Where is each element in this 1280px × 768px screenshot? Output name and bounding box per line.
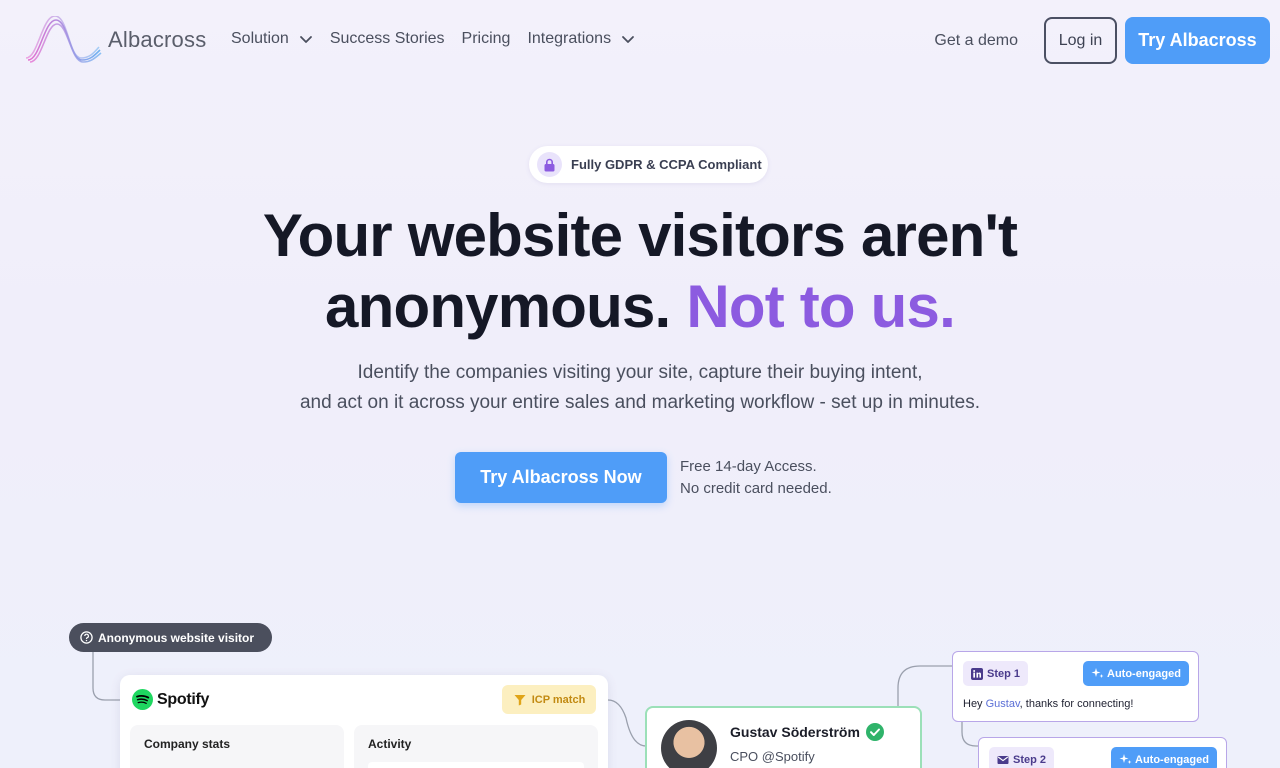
auto-engaged-text: Auto-engaged: [1135, 753, 1209, 766]
albacross-wave-icon: [26, 16, 102, 63]
verified-icon: [865, 723, 884, 741]
nav-pricing[interactable]: Pricing: [462, 30, 511, 48]
nav-success-stories-label: Success Stories: [329, 30, 445, 47]
company-card: Spotify ICP match Company stats Activity: [120, 675, 608, 768]
contact-role: CPO @Spotify: [730, 749, 815, 764]
headline-plain: anonymous.: [325, 273, 671, 340]
activity-bar: [368, 762, 584, 768]
mail-icon: [997, 755, 1009, 764]
auto-engaged-text: Auto-engaged: [1107, 667, 1181, 680]
anonymous-visitor-tag: Anonymous website visitor: [69, 623, 272, 652]
linkedin-icon: [971, 667, 983, 680]
contact-name: Gustav Söderström: [730, 724, 860, 740]
question-icon: [80, 631, 93, 644]
anonymous-visitor-text: Anonymous website visitor: [98, 630, 255, 645]
chevron-down-icon: [299, 36, 312, 43]
contact-card: Gustav Söderström CPO @Spotify: [645, 706, 922, 768]
avatar: [661, 720, 717, 768]
spotify-icon: [132, 689, 153, 710]
compliance-badge-text: Fully GDPR & CCPA Compliant: [571, 157, 762, 172]
activity-panel: Activity: [354, 725, 598, 768]
icp-match-badge: ICP match: [502, 685, 596, 714]
msg-prefix: Hey: [963, 698, 986, 710]
try-albacross-button[interactable]: Try Albacross: [1125, 17, 1270, 64]
lock-icon: [537, 152, 562, 177]
login-button[interactable]: Log in: [1044, 17, 1117, 64]
headline-accent: Not to us.: [686, 273, 955, 340]
step-2-card: Step 2 Auto-engaged: [978, 737, 1227, 768]
nav-solution-label: Solution: [231, 30, 289, 47]
nav-links: Solution Success Stories Pricing Integra…: [231, 30, 652, 48]
hero-headline-line1: Your website visitors aren't: [262, 202, 1018, 269]
spotify-logo: Spotify: [132, 689, 209, 710]
hero-headline-line2: anonymous. Not to us.: [0, 272, 1280, 342]
company-stats-panel: Company stats: [130, 725, 344, 768]
company-stats-label: Company stats: [144, 737, 231, 751]
cta-note-line1: Free 14-day Access.: [680, 458, 817, 475]
sparkle-icon: [1119, 754, 1132, 764]
nav-success-stories[interactable]: Success Stories: [330, 30, 445, 48]
activity-label: Activity: [368, 737, 412, 751]
auto-engaged-badge: Auto-engaged: [1083, 661, 1189, 686]
hero-subtitle-line2: and act on it across your entire sales a…: [299, 392, 981, 413]
nav-solution[interactable]: Solution: [231, 30, 313, 48]
auto-engaged-badge: Auto-engaged: [1111, 747, 1217, 768]
contact-name-row: Gustav Söderström: [730, 723, 884, 741]
cta-note: Free 14-day Access. No credit card neede…: [680, 456, 832, 500]
nav-integrations-label: Integrations: [527, 30, 612, 47]
albacross-logo[interactable]: Albacross: [26, 16, 206, 64]
msg-suffix: , thanks for connecting!: [1019, 698, 1134, 710]
step-1-message: Hey Gustav, thanks for connecting!: [963, 698, 1133, 710]
sparkle-icon: [1091, 668, 1104, 678]
nav-actions: Get a demo Log in Try Albacross: [934, 17, 1270, 64]
top-navbar: Albacross Solution Success Stories Prici…: [0, 0, 1280, 82]
step-1-label: Step 1: [987, 667, 1021, 680]
filter-icon: [514, 694, 526, 705]
try-albacross-now-button[interactable]: Try Albacross Now: [455, 452, 667, 503]
step-2-pill: Step 2: [989, 747, 1055, 768]
company-name: Spotify: [157, 690, 210, 708]
logo-text: Albacross: [108, 27, 207, 52]
nav-integrations[interactable]: Integrations: [527, 30, 635, 48]
msg-name: Gustav: [985, 698, 1020, 710]
hero-subtitle-line1: Identify the companies visiting your sit…: [357, 362, 923, 383]
step-1-card: Step 1 Auto-engaged Hey Gustav, thanks f…: [952, 651, 1199, 722]
chevron-down-icon: [622, 36, 634, 43]
step-2-label: Step 2: [1013, 753, 1047, 766]
nav-pricing-label: Pricing: [461, 30, 511, 47]
cta-note-line2: No credit card needed.: [680, 480, 832, 497]
compliance-badge: Fully GDPR & CCPA Compliant: [529, 146, 768, 183]
step-1-pill: Step 1: [963, 661, 1029, 686]
get-demo-link[interactable]: Get a demo: [934, 32, 1018, 50]
icp-match-text: ICP match: [531, 693, 586, 706]
